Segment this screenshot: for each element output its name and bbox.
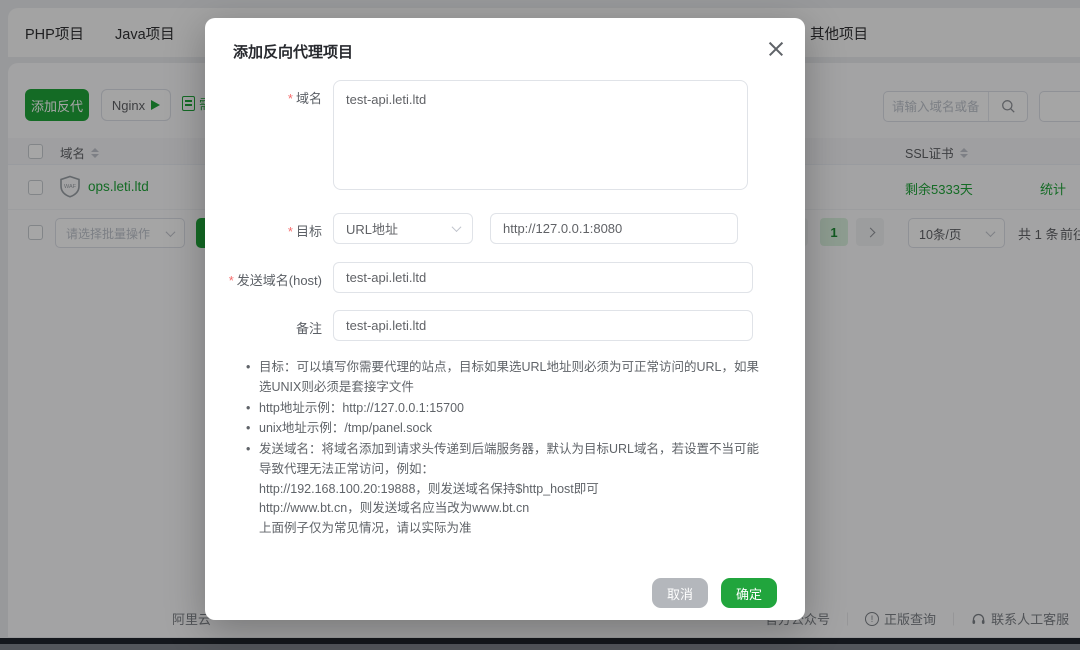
modal-title: 添加反向代理项目 — [233, 41, 353, 62]
required-mark: * — [288, 224, 293, 239]
host-field-label: *发送域名(host) — [205, 270, 322, 289]
help-item: 发送域名：将域名添加到请求头传递到后端服务器，默认为目标URL域名，若设置不当可… — [245, 440, 767, 539]
remark-label-text: 备注 — [296, 321, 322, 336]
help-item: unix地址示例：/tmp/panel.sock — [245, 419, 767, 439]
send-host-input[interactable] — [333, 262, 753, 293]
domain-field-label: *域名 — [205, 88, 322, 107]
modal-footer-buttons: 取消 确定 — [652, 578, 777, 608]
host-label-text: 发送域名(host) — [237, 273, 322, 288]
target-type-value: URL地址 — [346, 219, 398, 238]
bottom-window-edge — [0, 644, 1080, 650]
help-example-line: http://192.168.100.20:19888，则发送域名保持$http… — [259, 480, 767, 500]
required-mark: * — [229, 273, 234, 288]
domain-label-text: 域名 — [296, 91, 322, 106]
close-icon[interactable] — [765, 38, 787, 60]
remark-field-label: 备注 — [205, 318, 322, 337]
help-example-line: http://www.bt.cn，则发送域名应当改为www.bt.cn — [259, 499, 767, 519]
help-item: 目标：可以填写你需要代理的站点，目标如果选URL地址则必须为可正常访问的URL，… — [245, 358, 767, 398]
confirm-button[interactable]: 确定 — [721, 578, 777, 608]
help-example-line: 上面例子仅为常见情况，请以实际为准 — [259, 519, 767, 539]
target-type-select[interactable]: URL地址 — [333, 213, 473, 244]
required-mark: * — [288, 91, 293, 106]
target-url-input[interactable] — [490, 213, 738, 244]
target-label-text: 目标 — [296, 224, 322, 239]
add-reverse-proxy-modal: 添加反向代理项目 *域名 test-api.leti.ltd *目标 URL地址… — [205, 18, 805, 620]
help-item: http地址示例：http://127.0.0.1:15700 — [245, 399, 767, 419]
domain-textarea[interactable]: test-api.leti.ltd — [333, 80, 748, 190]
cancel-button[interactable]: 取消 — [652, 578, 708, 608]
help-notes: 目标：可以填写你需要代理的站点，目标如果选URL地址则必须为可正常访问的URL，… — [245, 358, 767, 540]
chevron-down-icon — [452, 222, 462, 232]
remark-input[interactable] — [333, 310, 753, 341]
target-field-label: *目标 — [205, 221, 322, 240]
